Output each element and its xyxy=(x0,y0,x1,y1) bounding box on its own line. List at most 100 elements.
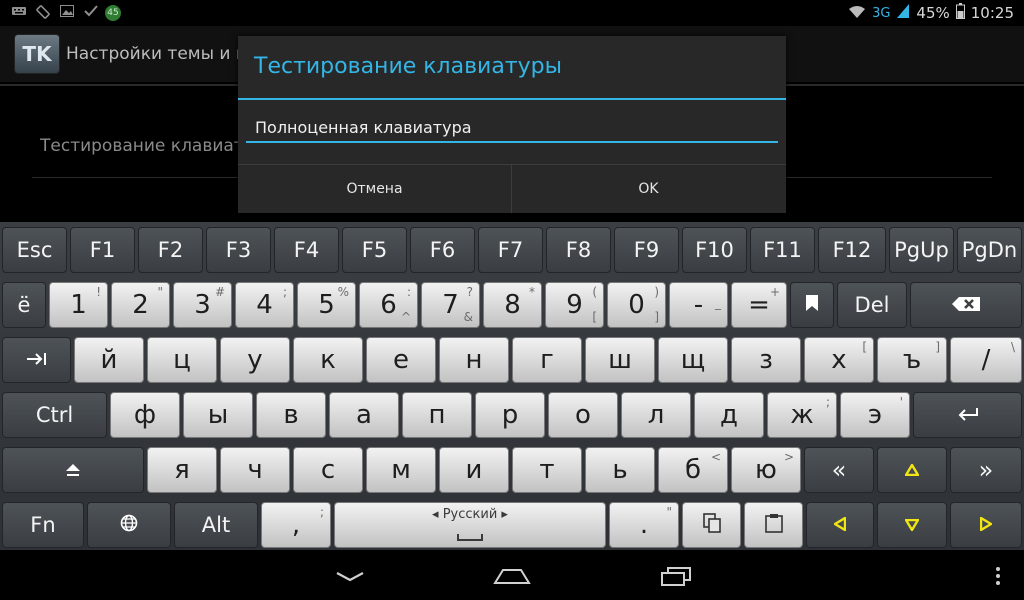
recents-icon[interactable] xyxy=(646,560,706,592)
key-щ[interactable]: щ xyxy=(658,337,728,383)
key-о[interactable]: о xyxy=(548,392,618,438)
key-pgup[interactable]: PgUp xyxy=(889,227,954,273)
app-logo[interactable]: TK xyxy=(14,34,60,74)
key-tab[interactable] xyxy=(2,337,71,383)
key-f12[interactable]: F12 xyxy=(818,227,886,273)
key-pgdn[interactable]: PgDn xyxy=(957,227,1022,273)
space-language-label: ◂ Русский ▸ xyxy=(432,507,508,522)
key-й[interactable]: й xyxy=(74,337,144,383)
key-д[interactable]: д xyxy=(694,392,764,438)
key-alt[interactable]: Alt xyxy=(174,502,258,548)
key-ю[interactable]: ю > xyxy=(731,447,801,493)
key-language[interactable] xyxy=(87,502,171,548)
menu-icon[interactable] xyxy=(968,560,1024,592)
key-f9[interactable]: F9 xyxy=(614,227,679,273)
key-ь[interactable]: ь xyxy=(585,447,655,493)
key-enter[interactable] xyxy=(913,392,1022,438)
key-f6[interactable]: F6 xyxy=(410,227,475,273)
key-home[interactable]: « xyxy=(804,447,874,493)
home-icon[interactable] xyxy=(482,560,542,592)
key-minus[interactable]: - _ xyxy=(669,282,728,328)
key-ж[interactable]: ж; xyxy=(767,392,837,438)
key-label: й xyxy=(100,345,118,375)
key-f5[interactable]: F5 xyxy=(342,227,407,273)
key-comma[interactable]: ,; xyxy=(261,502,331,548)
key-f2[interactable]: F2 xyxy=(138,227,203,273)
key-yo[interactable]: ё xyxy=(2,282,46,328)
key-э[interactable]: э ' xyxy=(840,392,910,438)
ok-button[interactable]: OK xyxy=(512,165,785,213)
key-к[interactable]: к xyxy=(293,337,363,383)
key-8[interactable]: 8 * xyxy=(483,282,542,328)
key-л[interactable]: л xyxy=(621,392,691,438)
key-г[interactable]: г xyxy=(512,337,582,383)
key-f7[interactable]: F7 xyxy=(478,227,543,273)
key-а[interactable]: а xyxy=(329,392,399,438)
key-т[interactable]: т xyxy=(512,447,582,493)
key-5[interactable]: 5% xyxy=(297,282,356,328)
key-м[interactable]: м xyxy=(366,447,436,493)
key-р[interactable]: р xyxy=(475,392,545,438)
key-f1[interactable]: F1 xyxy=(70,227,135,273)
key-2[interactable]: 2 " xyxy=(111,282,170,328)
key-ф[interactable]: ф xyxy=(110,392,180,438)
key-с[interactable]: с xyxy=(293,447,363,493)
key-6[interactable]: 6: ^ xyxy=(359,282,418,328)
key-copy[interactable] xyxy=(682,502,741,548)
key-backspace[interactable] xyxy=(910,282,1022,328)
key-3[interactable]: 3 # xyxy=(173,282,232,328)
key-и[interactable]: и xyxy=(439,447,509,493)
key-slash[interactable]: / \ xyxy=(950,337,1022,383)
key-esc[interactable]: Esc xyxy=(2,227,67,273)
key-з[interactable]: з xyxy=(731,337,801,383)
key-е[interactable]: е xyxy=(366,337,436,383)
key-9[interactable]: 9 ([ xyxy=(545,282,604,328)
key-fn[interactable]: Fn xyxy=(2,502,84,548)
cancel-button[interactable]: Отмена xyxy=(238,165,511,213)
key-paste[interactable] xyxy=(744,502,803,548)
key-space[interactable]: ◂ Русский ▸ xyxy=(334,502,606,548)
key-в[interactable]: в xyxy=(256,392,326,438)
key-end[interactable]: » xyxy=(950,447,1022,493)
key-label: Del xyxy=(854,293,890,317)
key-bookmark[interactable] xyxy=(790,282,834,328)
key-period[interactable]: . " xyxy=(609,502,679,548)
battery-percent: 45% xyxy=(916,4,950,22)
key-label: F2 xyxy=(157,238,184,262)
key-f8[interactable]: F8 xyxy=(546,227,611,273)
key-label: F10 xyxy=(695,238,734,262)
key-ctrl[interactable]: Ctrl xyxy=(2,392,107,438)
key-equals[interactable]: = + xyxy=(731,282,787,328)
back-icon[interactable] xyxy=(320,560,380,592)
test-text-input[interactable] xyxy=(246,112,778,142)
key-f4[interactable]: F4 xyxy=(274,227,339,273)
key-н[interactable]: н xyxy=(439,337,509,383)
key-б[interactable]: б < xyxy=(658,447,728,493)
key-label: ы xyxy=(207,400,229,430)
key-label: 9 xyxy=(566,290,583,320)
key-я[interactable]: я xyxy=(147,447,217,493)
key-left[interactable] xyxy=(806,502,874,548)
key-у[interactable]: у xyxy=(220,337,290,383)
key-ц[interactable]: ц xyxy=(147,337,217,383)
key-ы[interactable]: ы xyxy=(183,392,253,438)
key-f10[interactable]: F10 xyxy=(682,227,747,273)
key-4[interactable]: 4; xyxy=(235,282,294,328)
key-ш[interactable]: ш xyxy=(585,337,655,383)
key-7[interactable]: 7? & xyxy=(421,282,480,328)
key-0[interactable]: 0)] xyxy=(607,282,666,328)
key-ч[interactable]: ч xyxy=(220,447,290,493)
key-right[interactable] xyxy=(950,502,1022,548)
key-shift[interactable] xyxy=(2,447,144,493)
key-down[interactable] xyxy=(877,502,947,548)
pref-row-keyboard-test[interactable]: Тестирование клавиат xyxy=(40,136,244,156)
key-up[interactable] xyxy=(877,447,947,493)
key-п[interactable]: п xyxy=(402,392,472,438)
key-ъ[interactable]: ъ] xyxy=(877,337,947,383)
key-х[interactable]: х[ xyxy=(804,337,874,383)
key-f3[interactable]: F3 xyxy=(206,227,271,273)
key-del[interactable]: Del xyxy=(837,282,907,328)
key-f11[interactable]: F11 xyxy=(750,227,815,273)
navigation-bar xyxy=(0,550,1024,600)
key-1[interactable]: 1! xyxy=(49,282,108,328)
